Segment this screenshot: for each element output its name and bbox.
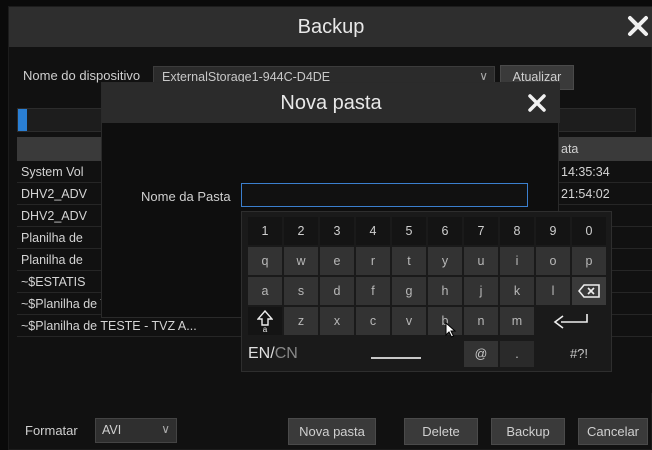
key-m[interactable]: m — [500, 307, 534, 335]
key-g[interactable]: g — [392, 277, 426, 305]
key-x[interactable]: x — [320, 307, 354, 335]
file-name: Planilha de — [21, 253, 83, 267]
folder-name-label: Nome da Pasta — [141, 189, 231, 204]
key-j[interactable]: j — [464, 277, 498, 305]
key-t[interactable]: t — [392, 247, 426, 275]
svg-text:a: a — [263, 325, 268, 332]
delete-button[interactable]: Delete — [404, 418, 478, 445]
file-date: 14:35:34 — [561, 165, 610, 179]
key-6[interactable]: 6 — [428, 217, 462, 245]
file-name: System Vol — [21, 165, 84, 179]
key-8[interactable]: 8 — [500, 217, 534, 245]
enter-icon — [553, 314, 588, 329]
at-key[interactable]: @ — [464, 341, 498, 367]
language-toggle-key[interactable]: EN/CN — [248, 341, 318, 367]
key-u[interactable]: u — [464, 247, 498, 275]
key-h[interactable]: h — [428, 277, 462, 305]
key-2[interactable]: 2 — [284, 217, 318, 245]
chevron-down-icon: ∨ — [479, 69, 488, 83]
backspace-icon — [577, 284, 600, 298]
lang-active: EN — [248, 345, 271, 362]
device-label: Nome do dispositivo — [23, 68, 141, 83]
key-k[interactable]: k — [500, 277, 534, 305]
key-4[interactable]: 4 — [356, 217, 390, 245]
key-9[interactable]: 9 — [536, 217, 570, 245]
dialog-title: Nova pasta — [280, 92, 382, 114]
format-select[interactable]: AVI ∨ — [95, 418, 177, 443]
key-l[interactable]: l — [536, 277, 570, 305]
key-5[interactable]: 5 — [392, 217, 426, 245]
cancel-button[interactable]: Cancelar — [578, 418, 648, 445]
key-1[interactable]: 1 — [248, 217, 282, 245]
key-w[interactable]: w — [284, 247, 318, 275]
backup-titlebar: Backup — [9, 7, 652, 47]
key-r[interactable]: r — [356, 247, 390, 275]
key-o[interactable]: o — [536, 247, 570, 275]
key-s[interactable]: s — [284, 277, 318, 305]
chevron-down-icon: ∨ — [161, 422, 170, 436]
space-bar-icon — [371, 357, 421, 359]
key-3[interactable]: 3 — [320, 217, 354, 245]
file-name: Planilha de — [21, 231, 83, 245]
header-date[interactable]: ata — [561, 142, 578, 156]
file-name: DHV2_ADV — [21, 187, 87, 201]
key-a[interactable]: a — [248, 277, 282, 305]
dialog-titlebar: Nova pasta — [102, 83, 560, 123]
key-p[interactable]: p — [572, 247, 606, 275]
symbols-key[interactable]: #?! — [552, 341, 606, 367]
backup-button[interactable]: Backup — [491, 418, 565, 445]
lang-other: CN — [274, 345, 298, 362]
backup-title: Backup — [297, 16, 365, 38]
mouse-cursor-icon — [445, 322, 457, 338]
format-value: AVI — [102, 423, 122, 437]
file-date: 21:54:02 — [561, 187, 610, 201]
space-key[interactable] — [353, 341, 464, 367]
shift-key[interactable]: a — [248, 307, 282, 335]
key-z[interactable]: z — [284, 307, 318, 335]
key-i[interactable]: i — [500, 247, 534, 275]
enter-key[interactable] — [536, 307, 606, 335]
folder-name-input[interactable] — [241, 183, 528, 207]
file-name: ~$Planilha de TESTE - TVZ A... — [21, 319, 197, 333]
shift-icon: a — [256, 309, 274, 334]
key-q[interactable]: q — [248, 247, 282, 275]
file-name: ~$ESTATIS — [21, 275, 86, 289]
key-f[interactable]: f — [356, 277, 390, 305]
key-y[interactable]: y — [428, 247, 462, 275]
progress-fill — [18, 109, 27, 131]
key-0[interactable]: 0 — [572, 217, 606, 245]
dot-key[interactable]: . — [500, 341, 534, 367]
format-label: Formatar — [25, 423, 78, 438]
key-v[interactable]: v — [392, 307, 426, 335]
close-icon[interactable] — [526, 92, 548, 114]
file-name: DHV2_ADV — [21, 209, 87, 223]
key-c[interactable]: c — [356, 307, 390, 335]
backspace-key[interactable] — [572, 277, 606, 305]
key-7[interactable]: 7 — [464, 217, 498, 245]
new-folder-button[interactable]: Nova pasta — [288, 418, 376, 445]
key-d[interactable]: d — [320, 277, 354, 305]
key-n[interactable]: n — [464, 307, 498, 335]
close-icon[interactable] — [625, 13, 651, 39]
key-e[interactable]: e — [320, 247, 354, 275]
virtual-keyboard: 1234567890qwertyuiopasdfghjklazxcvbnm EN… — [241, 211, 612, 372]
